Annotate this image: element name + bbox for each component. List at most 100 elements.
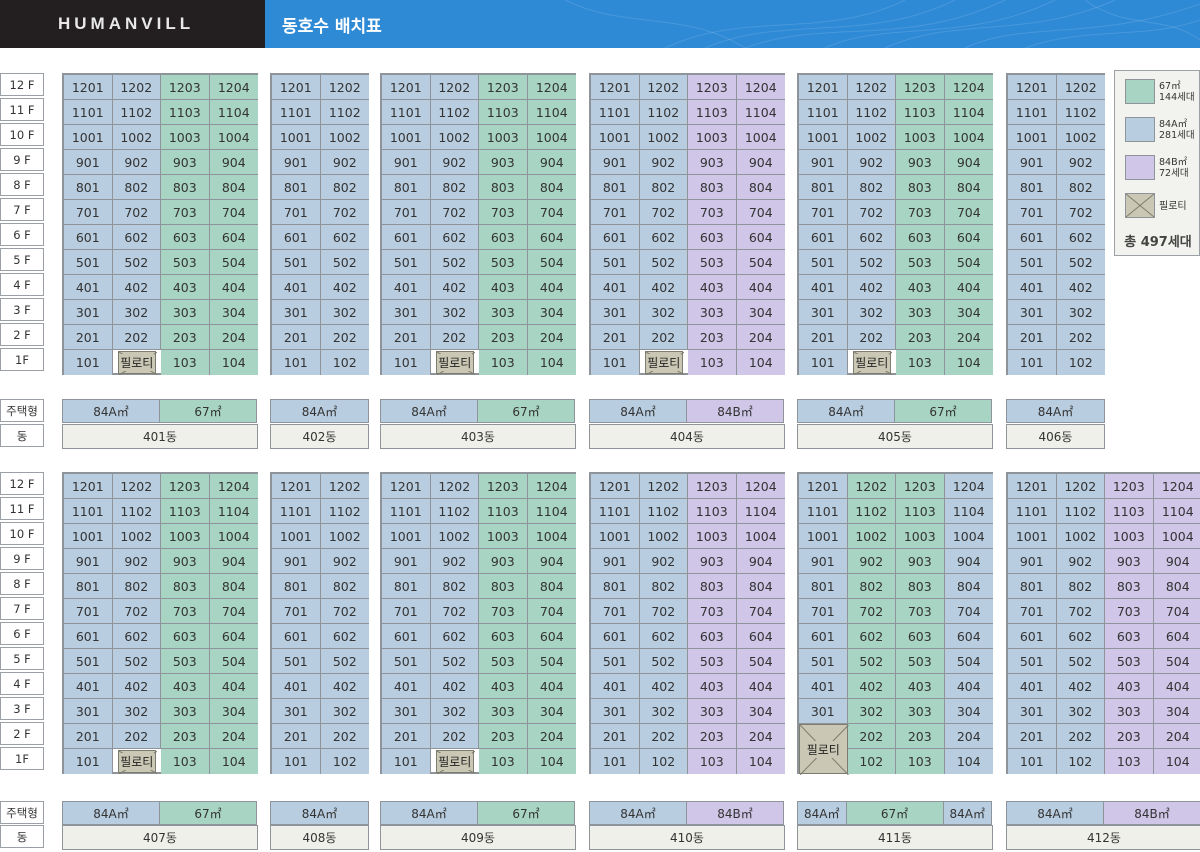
unit-cell[interactable]: 401: [64, 674, 113, 699]
unit-cell[interactable]: 1102: [1056, 499, 1105, 524]
unit-cell[interactable]: 402: [847, 275, 896, 300]
unit-cell[interactable]: 501: [1008, 250, 1057, 275]
unit-cell[interactable]: 201: [591, 724, 640, 749]
unit-cell[interactable]: 1103: [479, 499, 528, 524]
unit-cell[interactable]: 1001: [591, 524, 640, 549]
unit-cell[interactable]: 301: [1008, 300, 1057, 325]
unit-cell[interactable]: 404: [527, 275, 576, 300]
unit-cell[interactable]: 802: [1056, 574, 1105, 599]
unit-cell[interactable]: 501: [272, 649, 321, 674]
unit-cell[interactable]: 801: [799, 574, 848, 599]
unit-cell[interactable]: 302: [320, 300, 369, 325]
unit-cell[interactable]: 304: [527, 300, 576, 325]
unit-cell[interactable]: 501: [64, 250, 113, 275]
unit-cell[interactable]: 203: [479, 724, 528, 749]
unit-cell[interactable]: 1001: [1008, 125, 1057, 150]
unit-cell[interactable]: 101: [591, 350, 640, 375]
unit-cell[interactable]: 1002: [320, 125, 369, 150]
unit-cell[interactable]: 702: [112, 200, 161, 225]
unit-cell[interactable]: 1002: [430, 125, 479, 150]
unit-cell[interactable]: 504: [736, 649, 785, 674]
unit-cell[interactable]: 1003: [161, 125, 210, 150]
unit-cell[interactable]: 1101: [272, 100, 321, 125]
unit-cell[interactable]: 601: [64, 225, 113, 250]
unit-cell[interactable]: 901: [272, 150, 321, 175]
unit-cell[interactable]: 804: [527, 175, 576, 200]
unit-cell[interactable]: 702: [847, 200, 896, 225]
unit-cell[interactable]: 1204: [736, 474, 785, 499]
unit-cell[interactable]: 701: [272, 200, 321, 225]
unit-cell[interactable]: 901: [591, 549, 640, 574]
unit-cell[interactable]: 903: [161, 150, 210, 175]
unit-cell[interactable]: 602: [112, 225, 161, 250]
unit-cell[interactable]: 401: [272, 674, 321, 699]
unit-cell[interactable]: 302: [320, 699, 369, 724]
unit-cell[interactable]: 301: [64, 699, 113, 724]
unit-cell[interactable]: 402: [430, 674, 479, 699]
unit-cell[interactable]: 1101: [64, 499, 113, 524]
unit-cell[interactable]: 302: [639, 699, 688, 724]
unit-cell[interactable]: 404: [209, 674, 258, 699]
unit-cell[interactable]: 204: [527, 325, 576, 350]
unit-cell[interactable]: 1004: [736, 125, 785, 150]
unit-cell[interactable]: 303: [688, 699, 737, 724]
unit-cell[interactable]: 202: [1056, 325, 1105, 350]
unit-cell[interactable]: 802: [847, 175, 896, 200]
unit-cell[interactable]: 1203: [1105, 474, 1154, 499]
unit-cell[interactable]: 1103: [161, 499, 210, 524]
unit-cell[interactable]: 503: [688, 649, 737, 674]
unit-cell[interactable]: 901: [1008, 150, 1057, 175]
unit-cell[interactable]: 1201: [1008, 75, 1057, 100]
unit-cell[interactable]: 702: [112, 599, 161, 624]
unit-cell[interactable]: 201: [1008, 724, 1057, 749]
unit-cell[interactable]: 204: [736, 724, 785, 749]
unit-cell[interactable]: 704: [527, 200, 576, 225]
unit-cell[interactable]: 104: [944, 749, 993, 774]
unit-cell[interactable]: 1201: [799, 75, 848, 100]
unit-cell[interactable]: 501: [64, 649, 113, 674]
unit-cell[interactable]: 101: [1008, 350, 1057, 375]
unit-cell[interactable]: 204: [736, 325, 785, 350]
unit-cell[interactable]: 304: [736, 300, 785, 325]
unit-cell[interactable]: 1001: [272, 524, 321, 549]
unit-cell[interactable]: 801: [272, 574, 321, 599]
unit-cell[interactable]: 101: [272, 350, 321, 375]
unit-cell[interactable]: 1102: [112, 100, 161, 125]
unit-cell[interactable]: 804: [736, 175, 785, 200]
unit-cell[interactable]: 503: [688, 250, 737, 275]
unit-cell[interactable]: 801: [591, 175, 640, 200]
unit-cell[interactable]: 801: [382, 175, 431, 200]
unit-cell[interactable]: 1001: [799, 125, 848, 150]
unit-cell[interactable]: 704: [944, 599, 993, 624]
unit-cell[interactable]: 1001: [591, 125, 640, 150]
unit-cell[interactable]: 1002: [112, 125, 161, 150]
unit-cell[interactable]: 1002: [847, 125, 896, 150]
unit-cell[interactable]: 104: [944, 350, 993, 375]
unit-cell[interactable]: 504: [944, 649, 993, 674]
unit-cell[interactable]: 302: [1056, 699, 1105, 724]
unit-cell[interactable]: 401: [382, 674, 431, 699]
unit-cell[interactable]: 1202: [1056, 474, 1105, 499]
unit-cell[interactable]: 1104: [527, 100, 576, 125]
unit-cell[interactable]: 301: [272, 300, 321, 325]
unit-cell[interactable]: 603: [896, 225, 945, 250]
unit-cell[interactable]: 602: [430, 225, 479, 250]
unit-cell[interactable]: 404: [736, 674, 785, 699]
unit-cell[interactable]: 104: [527, 350, 576, 375]
unit-cell[interactable]: 603: [161, 624, 210, 649]
unit-cell[interactable]: 702: [430, 599, 479, 624]
unit-cell[interactable]: 1201: [799, 474, 848, 499]
unit-cell[interactable]: 603: [896, 624, 945, 649]
unit-cell[interactable]: 804: [209, 574, 258, 599]
unit-cell[interactable]: 301: [591, 300, 640, 325]
unit-cell[interactable]: 704: [736, 599, 785, 624]
unit-cell[interactable]: 704: [1153, 599, 1200, 624]
unit-cell[interactable]: 503: [896, 250, 945, 275]
unit-cell[interactable]: 903: [896, 549, 945, 574]
unit-cell[interactable]: 403: [896, 674, 945, 699]
unit-cell[interactable]: 504: [736, 250, 785, 275]
unit-cell[interactable]: 704: [736, 200, 785, 225]
unit-cell[interactable]: 1204: [527, 474, 576, 499]
unit-cell[interactable]: 803: [161, 175, 210, 200]
unit-cell[interactable]: 304: [527, 699, 576, 724]
